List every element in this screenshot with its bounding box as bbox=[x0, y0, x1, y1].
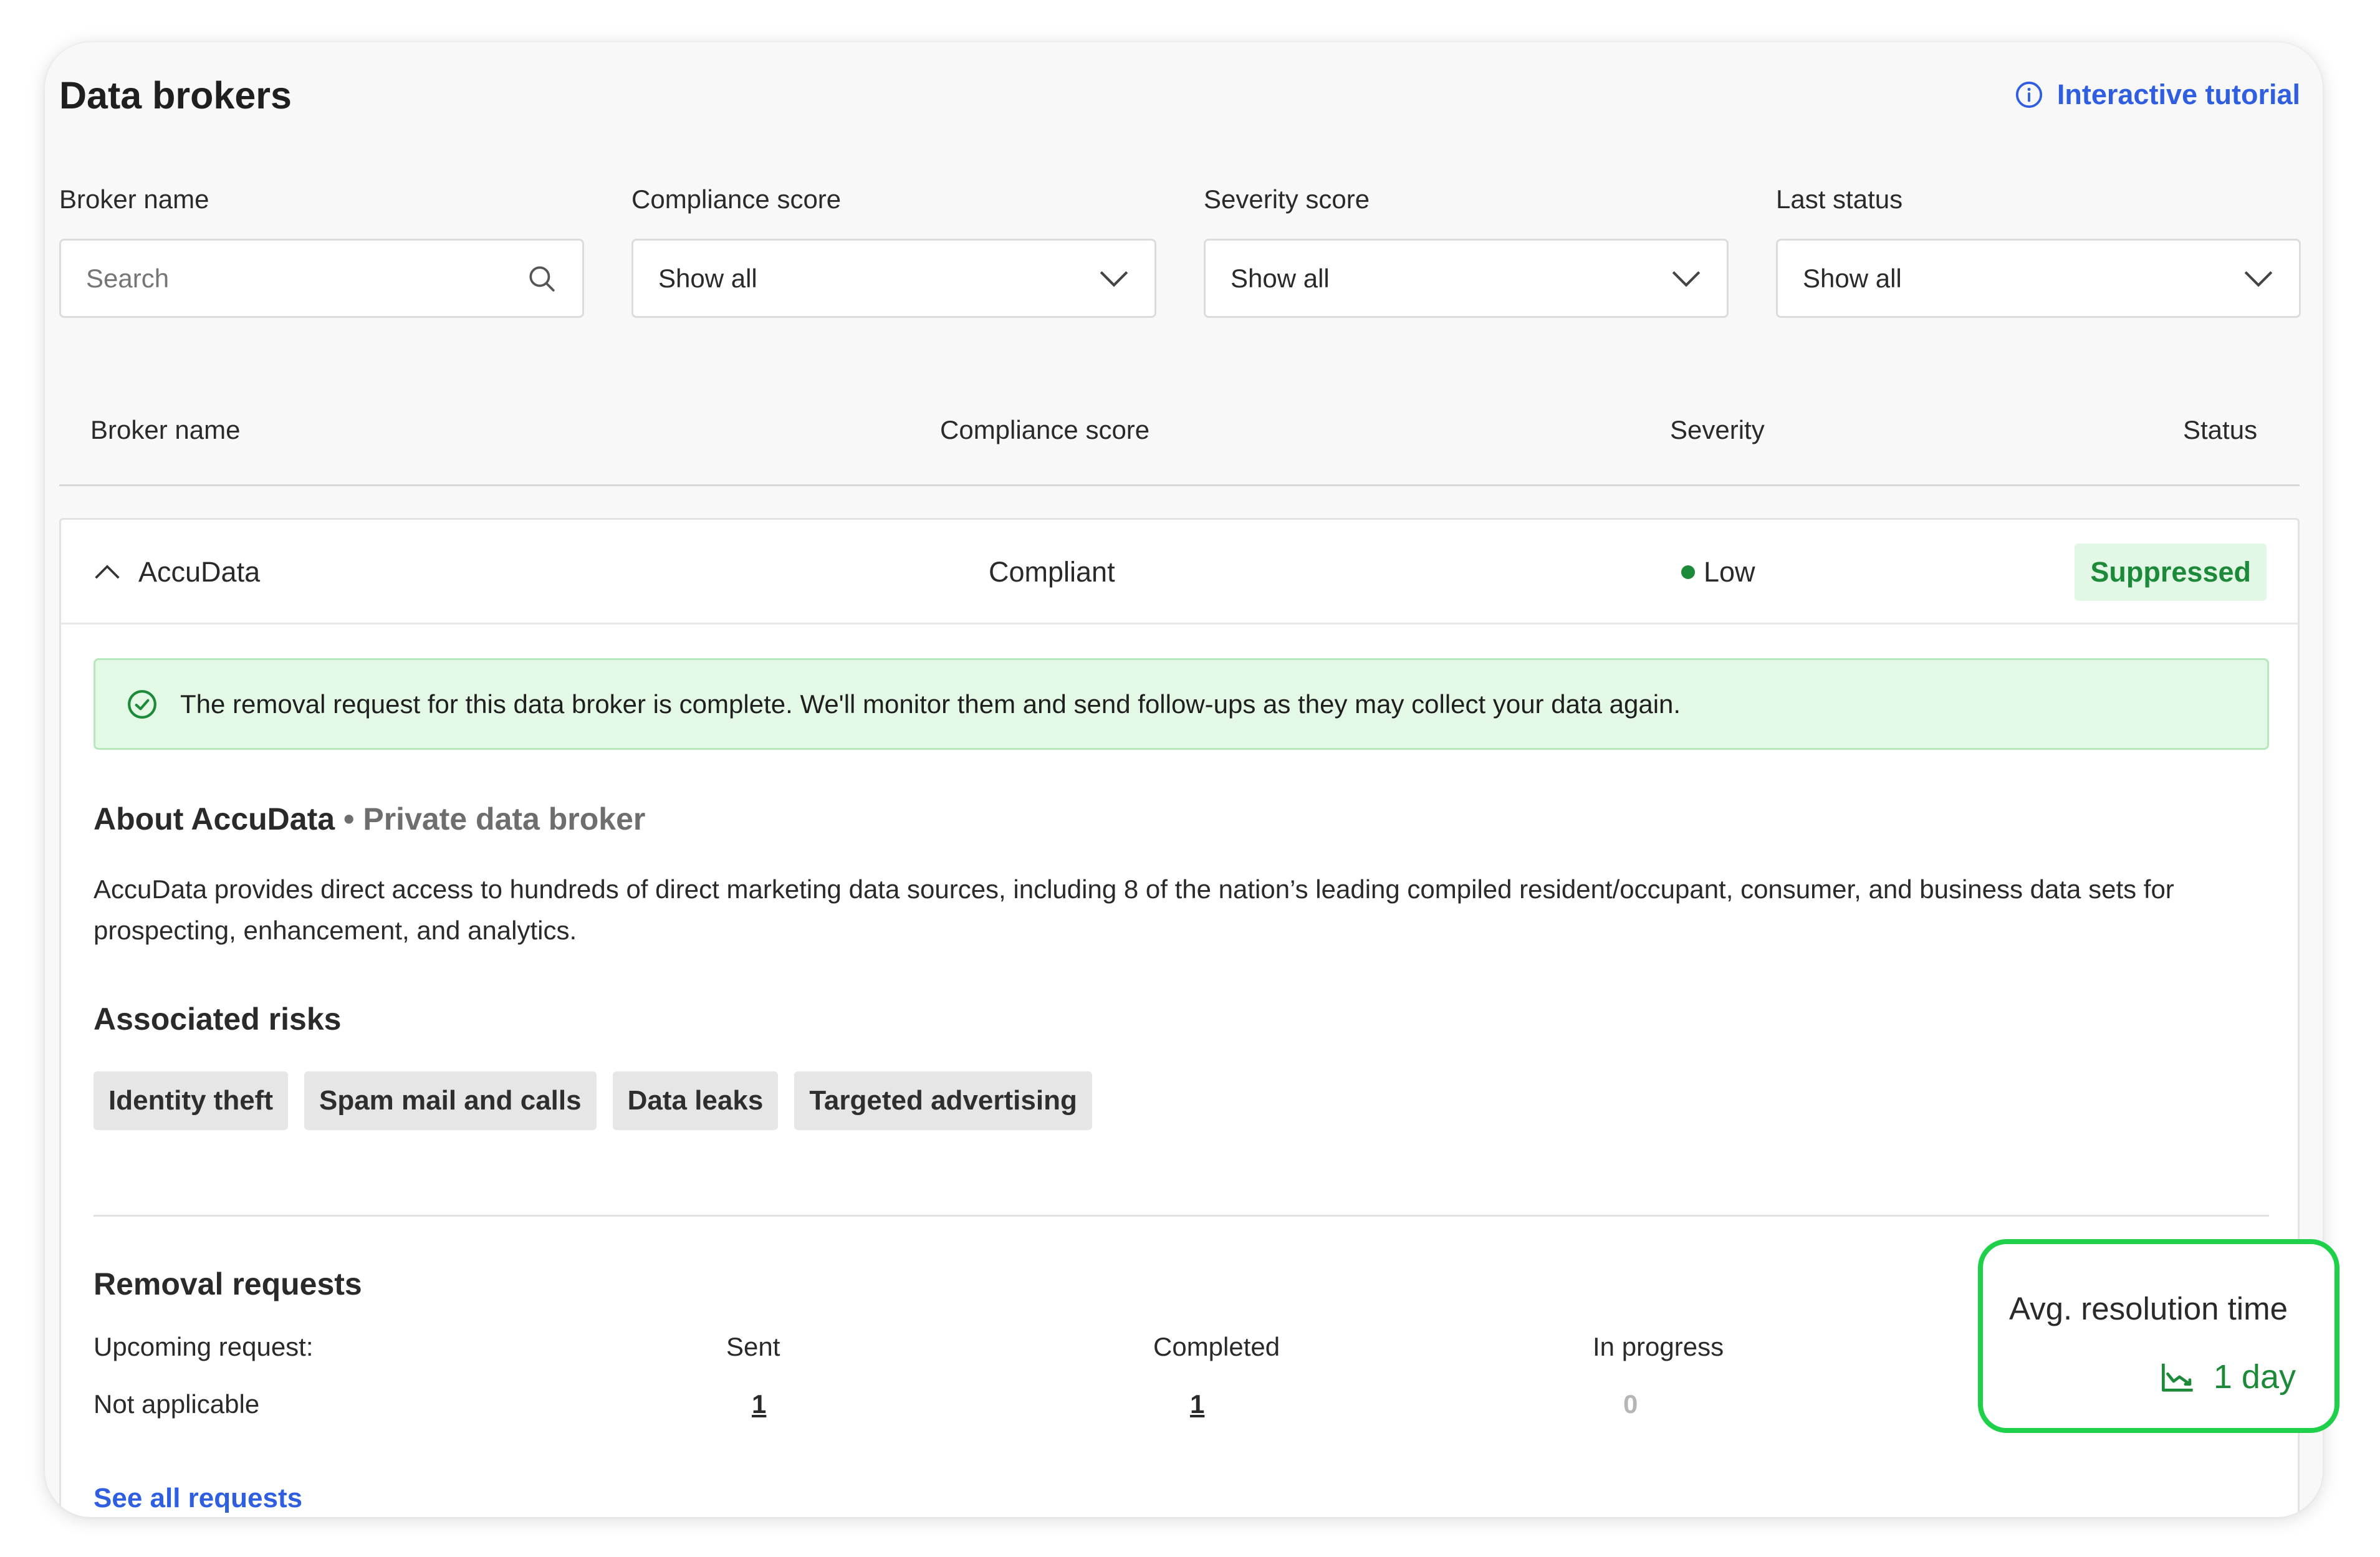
column-header-severity[interactable]: Severity bbox=[1670, 415, 1765, 445]
compliance-value: Compliant bbox=[989, 556, 1115, 588]
interactive-tutorial-link[interactable]: Interactive tutorial bbox=[2015, 79, 2300, 111]
avg-resolution-time-label: Avg. resolution time bbox=[2009, 1291, 2288, 1326]
see-all-requests-link[interactable]: See all requests bbox=[94, 1483, 302, 1514]
completion-alert: The removal request for this data broker… bbox=[94, 658, 2269, 750]
severity-dot-icon bbox=[1681, 565, 1695, 579]
column-header-broker-name[interactable]: Broker name bbox=[90, 415, 240, 445]
check-circle-icon bbox=[128, 689, 156, 719]
associated-risks-heading: Associated risks bbox=[94, 1002, 342, 1037]
severity-filter-label: Severity score bbox=[1204, 184, 1370, 214]
risk-chips: Identity theft Spam mail and calls Data … bbox=[94, 1071, 1092, 1130]
trend-chart-icon bbox=[2161, 1363, 2193, 1392]
avg-resolution-time-value: 1 day bbox=[2213, 1358, 2296, 1396]
broker-row-toggle[interactable]: AccuData bbox=[94, 556, 260, 588]
table-header-divider bbox=[59, 484, 2300, 486]
risk-chip: Data leaks bbox=[612, 1071, 779, 1130]
severity-select[interactable]: Show all bbox=[1204, 239, 1729, 318]
removal-requests-heading: Removal requests bbox=[94, 1267, 362, 1301]
chevron-down-icon bbox=[2244, 271, 2273, 287]
interactive-tutorial-label: Interactive tutorial bbox=[2056, 79, 2300, 110]
in-progress-count: 0 bbox=[1623, 1389, 1638, 1419]
upcoming-request-value: Not applicable bbox=[94, 1389, 260, 1419]
status-select-value: Show all bbox=[1803, 263, 1902, 293]
about-description: AccuData provides direct access to hundr… bbox=[94, 874, 2174, 945]
chevron-down-icon bbox=[1100, 271, 1128, 287]
severity-select-value: Show all bbox=[1231, 263, 1330, 293]
status-select[interactable]: Show all bbox=[1776, 239, 2301, 318]
avg-resolution-time-value-group: 1 day bbox=[2160, 1358, 2296, 1396]
broker-search-input[interactable]: Search bbox=[59, 239, 584, 318]
row-divider bbox=[61, 623, 2298, 625]
severity-value: Low bbox=[1704, 556, 1755, 588]
column-header-status[interactable]: Status bbox=[2183, 415, 2257, 445]
broker-name: AccuData bbox=[138, 556, 261, 588]
compliance-filter-label: Compliance score bbox=[631, 184, 842, 214]
search-placeholder: Search bbox=[86, 263, 170, 293]
sent-label: Sent bbox=[726, 1332, 780, 1361]
status-badge: Suppressed bbox=[2075, 544, 2267, 601]
sent-count-link[interactable]: 1 bbox=[752, 1389, 766, 1419]
chevron-up-icon bbox=[95, 565, 120, 579]
severity-indicator: Low bbox=[1681, 556, 1755, 588]
compliance-select[interactable]: Show all bbox=[631, 239, 1156, 318]
page-title: Data brokers bbox=[59, 74, 292, 117]
broker-row-expanded: AccuData Compliant Low Suppressed The re… bbox=[59, 518, 2300, 1517]
about-title: About AccuData bbox=[94, 802, 335, 836]
completion-alert-text: The removal request for this data broker… bbox=[180, 689, 1681, 719]
risk-chip: Identity theft bbox=[94, 1071, 288, 1130]
info-icon bbox=[2015, 81, 2042, 108]
about-subtitle: • Private data broker bbox=[343, 802, 646, 836]
status-filter-label: Last status bbox=[1776, 184, 1903, 214]
search-icon bbox=[529, 266, 555, 292]
completed-count-link[interactable]: 1 bbox=[1190, 1389, 1204, 1419]
broker-name-filter-label: Broker name bbox=[59, 184, 209, 214]
about-heading: About AccuData • Private data broker bbox=[94, 801, 645, 837]
chevron-down-icon bbox=[1672, 271, 1701, 287]
in-progress-label: In progress bbox=[1593, 1332, 1724, 1361]
risk-chip: Spam mail and calls bbox=[304, 1071, 597, 1130]
compliance-select-value: Show all bbox=[658, 263, 757, 293]
section-divider bbox=[94, 1215, 2269, 1217]
completed-label: Completed bbox=[1153, 1332, 1280, 1361]
upcoming-request-label: Upcoming request: bbox=[94, 1332, 314, 1361]
avg-resolution-time-highlight: Avg. resolution time 1 day bbox=[1978, 1239, 2339, 1433]
risk-chip: Targeted advertising bbox=[794, 1071, 1092, 1130]
column-header-compliance[interactable]: Compliance score bbox=[940, 415, 1149, 445]
